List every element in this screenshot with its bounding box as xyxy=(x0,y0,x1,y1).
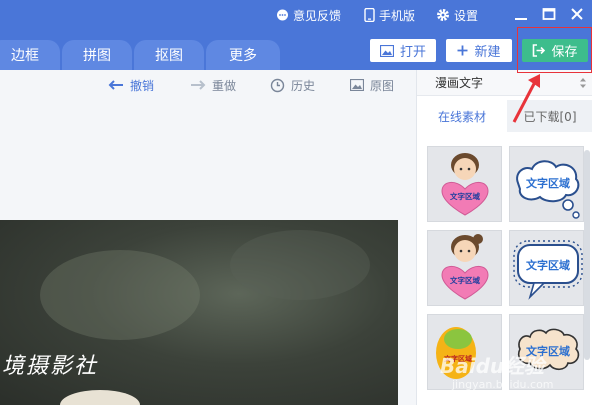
highlight-box xyxy=(517,27,592,73)
tab-border[interactable]: 边框 xyxy=(0,40,60,70)
new-label: 新建 xyxy=(474,45,501,60)
thumb-text: 文字区域 xyxy=(450,275,480,285)
material-thumb[interactable]: 文字区域 xyxy=(427,230,502,306)
thumb-text: 文字区域 xyxy=(450,191,480,201)
tab-online-materials[interactable]: 在线素材 xyxy=(417,100,507,132)
gear-icon xyxy=(437,9,449,21)
arrow-right-icon xyxy=(191,80,206,90)
tab-more[interactable]: 更多 xyxy=(206,40,280,70)
tab-more-label: 更多 xyxy=(229,48,257,64)
open-button[interactable]: 打开 xyxy=(370,39,436,62)
arrow-left-icon xyxy=(108,80,123,90)
girl-heart-sticker-icon: 文字区域 xyxy=(441,234,489,300)
settings-label: 设置 xyxy=(454,8,479,23)
open-label: 打开 xyxy=(399,45,426,60)
thumb-text: 文字区域 xyxy=(526,176,570,190)
original-image-button[interactable]: 原图 xyxy=(350,76,394,94)
history-button[interactable]: 历史 xyxy=(270,76,315,94)
redo-button[interactable]: 重做 xyxy=(190,76,236,94)
panel-scrollbar[interactable] xyxy=(584,150,590,360)
close-icon xyxy=(571,8,583,20)
image-icon xyxy=(379,44,394,57)
plus-icon xyxy=(457,45,468,56)
title-bar: 意见反馈 手机版 设置 xyxy=(0,0,592,30)
tab-cutout-label: 抠图 xyxy=(155,48,183,64)
original-label: 原图 xyxy=(370,78,395,93)
settings-button[interactable]: 设置 xyxy=(436,6,478,24)
category-select[interactable]: 漫画文字 xyxy=(417,70,592,96)
clock-icon xyxy=(270,78,285,92)
photo-bokeh xyxy=(230,230,370,300)
tab-collage-label: 拼图 xyxy=(83,48,111,64)
girl-heart-sticker-icon: 文字区域 xyxy=(441,153,489,216)
feedback-button[interactable]: 意见反馈 xyxy=(276,6,341,24)
category-value: 漫画文字 xyxy=(435,76,484,90)
history-label: 历史 xyxy=(291,78,316,93)
sort-arrows-icon xyxy=(580,78,586,88)
photo-cup xyxy=(60,390,140,405)
canvas-photo[interactable]: 境摄影社 xyxy=(0,220,398,405)
tab-online-label: 在线素材 xyxy=(437,109,486,124)
tab-collage[interactable]: 拼图 xyxy=(62,40,132,70)
feedback-label: 意见反馈 xyxy=(293,8,342,23)
close-button[interactable] xyxy=(568,5,586,23)
photo-bokeh xyxy=(40,250,200,340)
maximize-icon xyxy=(542,8,556,20)
mobile-label: 手机版 xyxy=(379,8,416,23)
minimize-button[interactable] xyxy=(512,5,530,23)
new-button[interactable]: 新建 xyxy=(446,39,512,62)
red-arrow-icon xyxy=(512,74,540,123)
redo-label: 重做 xyxy=(212,78,237,93)
undo-label: 撤销 xyxy=(130,78,155,93)
material-thumb[interactable]: 文字区域 xyxy=(509,146,584,222)
baidu-watermark: Baidu经验 xyxy=(440,354,545,378)
cloud-bubble-sticker-icon: 文字区域 xyxy=(516,160,580,219)
maximize-button[interactable] xyxy=(540,5,558,23)
photo-watermark: 境摄影社 xyxy=(2,354,99,379)
phone-icon xyxy=(364,8,375,22)
chat-bubble-icon xyxy=(277,9,288,20)
material-thumb[interactable]: 文字区域 xyxy=(427,146,502,222)
material-thumb[interactable]: 文字区域 xyxy=(509,230,584,306)
tab-border-label: 边框 xyxy=(11,48,39,64)
picture-icon xyxy=(350,79,364,91)
thumb-text: 文字区域 xyxy=(526,258,570,272)
tab-cutout[interactable]: 抠图 xyxy=(134,40,204,70)
main-tab-bar: 边框 拼图 抠图 更多 打开 新建 保存 xyxy=(0,30,592,70)
minimize-icon xyxy=(515,18,527,20)
dotted-bubble-sticker-icon: 文字区域 xyxy=(513,240,583,300)
mobile-version-button[interactable]: 手机版 xyxy=(364,6,415,24)
undo-button[interactable]: 撤销 xyxy=(108,76,154,94)
baidu-url-watermark: jingyan.baidu.com xyxy=(452,378,554,391)
